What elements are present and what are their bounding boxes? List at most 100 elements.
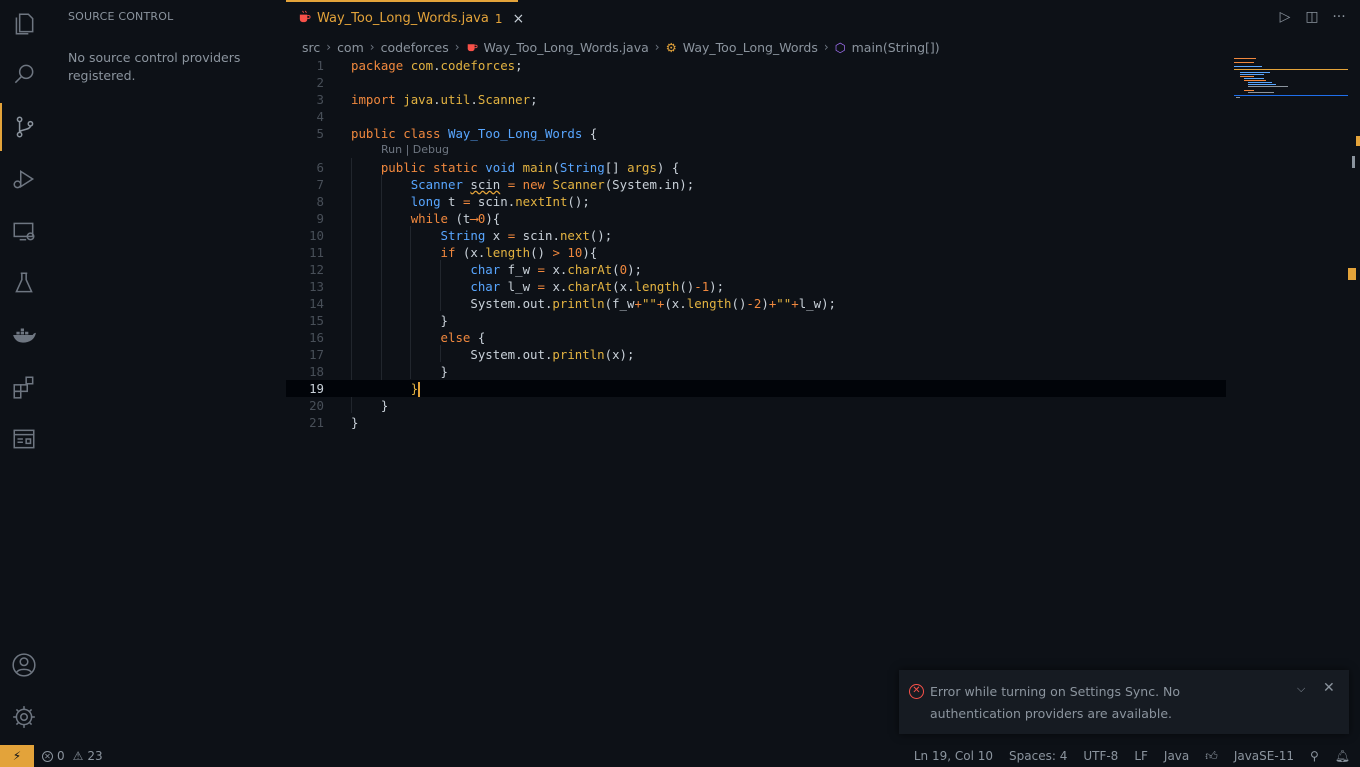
minimap-line — [1244, 80, 1266, 81]
code-line: 9 while (t⟶0){ — [286, 210, 1226, 227]
split-editor-button[interactable]: ◫ — [1305, 9, 1319, 25]
breadcrumb-item[interactable]: Way_Too_Long_Words.java — [484, 40, 649, 55]
accounts-icon[interactable] — [0, 641, 48, 689]
notification-toast: ✕ Error while turning on Settings Sync. … — [899, 670, 1349, 734]
extensions-icon[interactable] — [0, 363, 48, 411]
code-line: 15 } — [286, 312, 1226, 329]
line-number: 11 — [309, 245, 324, 260]
text-cursor — [418, 382, 421, 397]
code-line: 2 — [286, 74, 1226, 91]
line-number: 6 — [316, 160, 324, 175]
code-line: 10 String x = scin.next(); — [286, 227, 1226, 244]
breadcrumb-item[interactable]: com — [337, 40, 364, 55]
more-actions-button[interactable]: ··· — [1332, 9, 1346, 25]
error-icon: ✕ — [909, 684, 924, 699]
thumbs-up-icon[interactable]: 👍︎ — [1205, 749, 1218, 764]
line-number: 14 — [309, 296, 324, 311]
breadcrumb-item[interactable]: src — [302, 40, 320, 55]
status-bar: ⚡ ✕ 0 ⚠ 23 Ln 19, Col 10 Spaces: 4 UTF-8… — [0, 745, 1360, 767]
run-debug-codelens[interactable]: Run | Debug — [381, 143, 449, 156]
tab-way-too-long-words[interactable]: Way_Too_Long_Words.java 1 × — [286, 0, 524, 35]
code-line: 16 else { — [286, 329, 1226, 346]
code-line: 17 System.out.println(x); — [286, 346, 1226, 363]
bell-icon[interactable]: 🔔︎ — [1335, 749, 1350, 763]
java-file-icon — [298, 10, 311, 27]
scrollbar-cursor-marker — [1348, 268, 1356, 280]
line-number: 3 — [316, 92, 324, 107]
error-count: 0 — [57, 749, 65, 763]
docker-icon[interactable] — [0, 311, 48, 359]
tab-close-button[interactable]: × — [512, 11, 524, 27]
line-number: 12 — [309, 262, 324, 277]
run-button[interactable]: ▷ — [1278, 9, 1292, 25]
code-editor[interactable]: 1 package com.codeforces; 2 3 import java.… — [286, 56, 1226, 745]
chevron-right-icon: › — [823, 40, 829, 54]
scrollbar-thumb[interactable] — [1352, 156, 1355, 168]
java-runtime[interactable]: JavaSE-11 — [1234, 749, 1294, 763]
notification-message: Error while turning on Settings Sync. No… — [930, 684, 1181, 721]
remote-explorer-icon[interactable] — [0, 207, 48, 255]
minimap-line — [1234, 95, 1348, 96]
end-of-line[interactable]: LF — [1134, 749, 1148, 763]
line-number: 4 — [316, 109, 324, 124]
code-line: 13 char l_w = x.charAt(x.length()-1); — [286, 278, 1226, 295]
feedback-icon[interactable]: ⚲ — [1310, 749, 1319, 763]
tab-label: Way_Too_Long_Words.java — [317, 11, 489, 26]
breadcrumb-item[interactable]: codeforces — [381, 40, 449, 55]
line-number: 19 — [309, 381, 324, 396]
line-number: 9 — [316, 211, 324, 226]
code-line: 12 char f_w = x.charAt(0); — [286, 261, 1226, 278]
line-number: 8 — [316, 194, 324, 209]
minimap-line — [1248, 92, 1274, 93]
code-line: 21} — [286, 414, 1226, 431]
code-line: 11 if (x.length() > 10){ — [286, 244, 1226, 261]
line-number: 10 — [309, 228, 324, 243]
cursor-position[interactable]: Ln 19, Col 10 — [914, 749, 993, 763]
line-number: 5 — [316, 126, 324, 141]
minimap-line — [1240, 76, 1254, 77]
minimap-line — [1244, 78, 1264, 79]
breadcrumb: src › com › codeforces › Way_Too_Long_Wo… — [302, 38, 940, 56]
problem-count-badge: 1 — [494, 11, 503, 26]
code-line: 3 import java.util.Scanner; — [286, 91, 1226, 108]
chevron-right-icon: › — [654, 40, 660, 54]
browser-preview-icon[interactable] — [0, 415, 48, 463]
minimap-line — [1244, 90, 1254, 91]
line-number: 1 — [316, 58, 324, 73]
line-number: 2 — [316, 75, 324, 90]
line-number: 15 — [309, 313, 324, 328]
problems-indicator[interactable]: ✕ 0 ⚠ 23 — [42, 745, 103, 767]
line-number: 16 — [309, 330, 324, 345]
encoding[interactable]: UTF-8 — [1083, 749, 1118, 763]
line-number: 13 — [309, 279, 324, 294]
class-icon: ⚙ — [665, 39, 677, 55]
breadcrumb-item[interactable]: main(String[]) — [852, 40, 940, 55]
code-line: 18 } — [286, 363, 1226, 380]
code-line: 5 public class Way_Too_Long_Words { — [286, 125, 1226, 142]
testing-icon[interactable] — [0, 259, 48, 307]
minimap-line — [1248, 84, 1276, 85]
chevron-down-icon[interactable]: ⌵ — [1297, 682, 1305, 696]
source-control-icon[interactable] — [0, 103, 48, 151]
minimap-line — [1240, 72, 1270, 73]
code-line: 8 long t = scin.nextInt(); — [286, 193, 1226, 210]
source-control-panel: SOURCE CONTROL No source control provide… — [48, 0, 286, 745]
code-line: 1 package com.codeforces; — [286, 57, 1226, 74]
breadcrumb-item[interactable]: Way_Too_Long_Words — [683, 40, 818, 55]
language-mode[interactable]: Java — [1164, 749, 1189, 763]
code-line: 4 — [286, 108, 1226, 125]
chevron-right-icon: › — [326, 40, 332, 54]
explorer-icon[interactable] — [0, 0, 48, 48]
warning-count: 23 — [87, 749, 103, 763]
run-debug-icon[interactable] — [0, 155, 48, 203]
remote-indicator[interactable]: ⚡ — [0, 745, 34, 767]
minimap-line — [1234, 69, 1348, 70]
panel-title: SOURCE CONTROL — [68, 10, 174, 23]
no-providers-message: No source control providers registered. — [68, 50, 241, 83]
settings-gear-icon[interactable] — [0, 693, 48, 741]
minimap[interactable] — [1232, 56, 1348, 101]
close-notification-button[interactable]: ✕ — [1323, 680, 1335, 696]
indentation[interactable]: Spaces: 4 — [1009, 749, 1067, 763]
search-icon[interactable] — [0, 50, 48, 98]
minimap-line — [1234, 58, 1256, 59]
